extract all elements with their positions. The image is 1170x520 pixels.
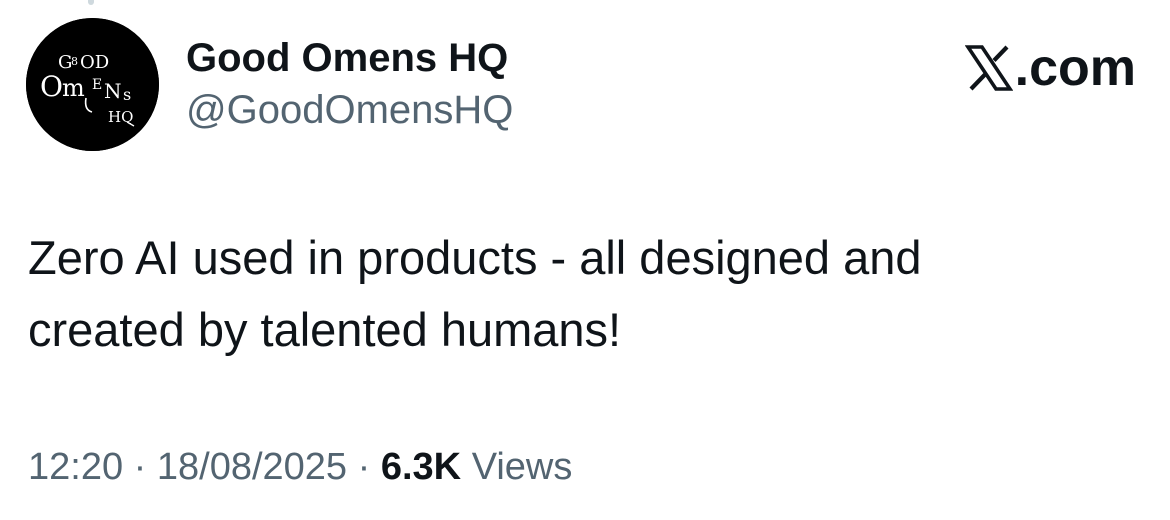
svg-text:O: O bbox=[40, 70, 63, 103]
tweet-header: G 8 OD O m E N s HQ Good Omens HQ @GoodO… bbox=[26, 18, 1136, 154]
avatar[interactable]: G 8 OD O m E N s HQ bbox=[26, 18, 159, 151]
svg-text:8: 8 bbox=[71, 55, 78, 68]
x-logo-icon bbox=[964, 45, 1013, 91]
views-label: Views bbox=[471, 446, 573, 488]
brand-watermark: .com bbox=[964, 34, 1136, 102]
svg-text:E: E bbox=[92, 77, 102, 93]
brand-domain-label: .com bbox=[1014, 39, 1136, 97]
tweet-text: Zero AI used in products - all designed … bbox=[28, 222, 1128, 366]
account-identity: Good Omens HQ @GoodOmensHQ bbox=[186, 34, 513, 134]
svg-text:s: s bbox=[123, 85, 131, 104]
tweet-time[interactable]: 12:20 bbox=[28, 446, 123, 488]
svg-text:m: m bbox=[62, 74, 85, 102]
tweet-text-line: created by talented humans! bbox=[28, 303, 622, 356]
svg-text:OD: OD bbox=[80, 52, 109, 73]
svg-text:N: N bbox=[104, 79, 122, 103]
meta-separator: · bbox=[133, 446, 147, 488]
account-handle[interactable]: @GoodOmensHQ bbox=[186, 86, 513, 134]
tweet-text-line: Zero AI used in products - all designed … bbox=[28, 231, 922, 284]
display-name[interactable]: Good Omens HQ bbox=[186, 34, 513, 82]
views-count[interactable]: 6.3K bbox=[381, 446, 461, 488]
meta-separator: · bbox=[357, 446, 371, 488]
tweet-date[interactable]: 18/08/2025 bbox=[157, 446, 347, 488]
top-divider-sliver bbox=[88, 0, 94, 5]
good-omens-logo-icon: G 8 OD O m E N s HQ bbox=[26, 18, 159, 151]
tweet-meta: 12:20 · 18/08/2025 · 6.3K Views bbox=[28, 440, 572, 494]
